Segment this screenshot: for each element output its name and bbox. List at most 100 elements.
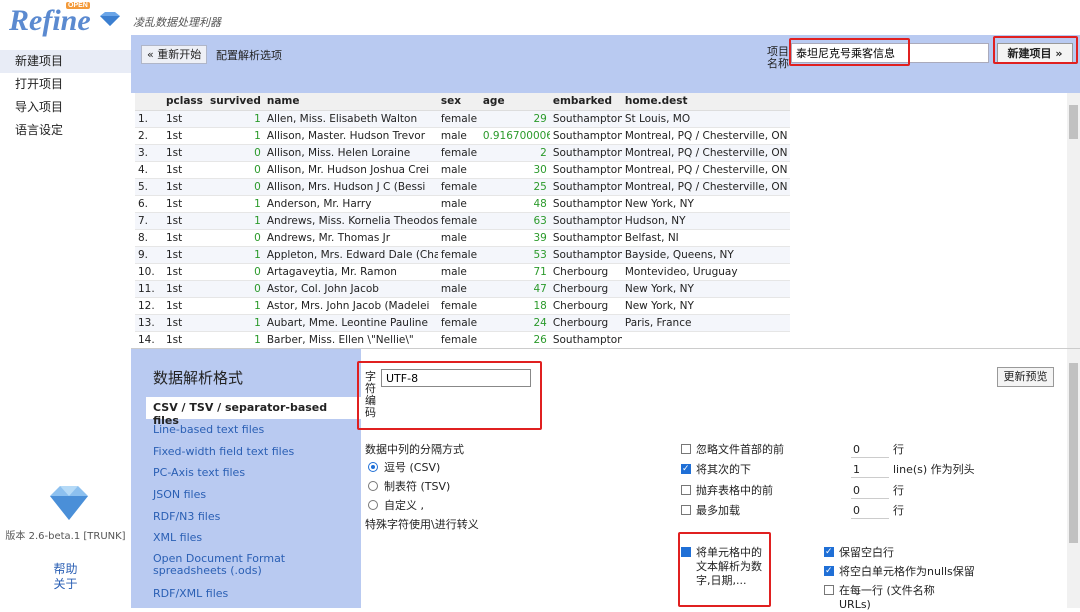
table-cell: Allen, Miss. Elisabeth Walton [263,110,438,128]
keep-blank-checkbox[interactable] [824,545,834,559]
blank-null-checkbox[interactable] [824,564,834,578]
per-row-option[interactable]: 在每一行 (文件名称 URLs) [824,584,944,612]
sep-tsv-option[interactable]: 制表符 (TSV) [368,480,450,494]
nav-language[interactable]: 语言设定 [0,119,131,142]
table-cell: Southampton [549,144,622,162]
table-cell: 1st [163,110,207,128]
table-cell: 1. [135,110,163,128]
column-header[interactable]: home.dest [621,93,790,111]
table-cell: 18 [479,297,550,315]
keep-blank-option[interactable]: 保留空白行 [824,545,894,560]
sep-csv-option[interactable]: 逗号 (CSV) [368,461,440,475]
column-header[interactable] [135,93,163,111]
table-cell: 0 [207,263,264,281]
table-cell: 71 [479,263,550,281]
table-cell: 48 [479,195,550,213]
logo-open-badge: OPEN [66,2,90,9]
column-header[interactable]: survived [207,93,264,111]
about-link[interactable]: 关于 [0,577,131,592]
table-cell: 30 [479,161,550,179]
table-cell: Barber, Miss. Ellen \"Nellie\" [263,331,438,348]
ignore-count[interactable]: 0 [851,443,889,458]
ignore-checkbox[interactable] [681,444,691,454]
format-rdf-xml[interactable]: RDF/XML files [153,587,228,600]
restart-button[interactable]: « 重新开始 [141,45,208,64]
column-header[interactable]: age [479,93,550,111]
table-cell: male [437,280,480,298]
table-cell: 4. [135,161,163,179]
table-cell: 1 [207,110,264,128]
table-cell: 1 [207,212,264,230]
column-header[interactable]: name [263,93,438,111]
table-cell: Paris, France [621,314,790,332]
table-cell: New York, NY [621,280,790,298]
table-cell: Allison, Master. Hudson Trevor [263,127,438,145]
table-cell: Cherbourg [549,314,622,332]
format-csv[interactable]: CSV / TSV / separator-based files [146,397,361,427]
column-header[interactable]: pclass [163,93,207,111]
per-row-checkbox[interactable] [824,585,834,595]
column-header[interactable]: embarked [549,93,622,111]
table-cell: male [437,195,480,213]
discard-option[interactable]: 抛弃表格中的前 [681,484,773,498]
table-cell: Montreal, PQ / Chesterville, ON [621,127,790,145]
table-cell: 0 [207,280,264,298]
openrefine-logo[interactable]: Refine [9,4,91,38]
format-line-based[interactable]: Line-based text files [153,423,264,436]
table-cell: Southampton [549,246,622,264]
blank-null-option[interactable]: 将空白单元格作为nulls保留 [824,564,975,579]
table-cell: female [437,246,480,264]
max-load-checkbox[interactable] [681,505,691,515]
table-row: 3. 1st 0 Allison, Miss. Helen Loraine female… [135,144,790,162]
format-rdf-n3[interactable]: RDF/N3 files [153,510,220,523]
parse-next-option[interactable]: 将其次的下 [681,462,751,477]
options-scrollbar[interactable] [1067,349,1080,608]
highlight-parse-cells [678,532,771,607]
radio-custom[interactable] [368,500,378,510]
table-row: 7. 1st 1 Andrews, Miss. Kornelia Theodos fem… [135,212,790,230]
table-cell: 14. [135,331,163,348]
preview-grid: pclass survived name sex age embarked home.des… [131,93,1080,348]
grid-scrollbar[interactable] [1067,93,1080,348]
table-cell [621,331,790,348]
discard-checkbox[interactable] [681,485,691,495]
help-link[interactable]: 帮助 [0,562,131,577]
max-load-option[interactable]: 最多加载 [681,504,740,518]
format-fixed-width[interactable]: Fixed-width field text files [153,445,294,458]
table-cell: 39 [479,229,550,247]
nav-open-project[interactable]: 打开项目 [0,73,131,96]
header-lines-count[interactable]: 1 [851,463,889,478]
table-cell: Hudson, NY [621,212,790,230]
radio-csv[interactable] [368,462,378,472]
format-json[interactable]: JSON files [153,488,206,501]
custom-sep-value[interactable]: , [421,499,425,512]
parse-options-panel: 数据解析格式 CSV / TSV / separator-based files… [131,348,1080,611]
format-pc-axis[interactable]: PC-Axis text files [153,466,245,479]
table-cell: Southampton [549,195,622,213]
format-title: 数据解析格式 [153,369,244,387]
table-cell: 12. [135,297,163,315]
table-cell: St Louis, MO [621,110,790,128]
parse-next-checkbox[interactable] [681,462,691,476]
table-cell: Cherbourg [549,297,622,315]
nav-new-project[interactable]: 新建项目 [0,50,131,73]
format-xml[interactable]: XML files [153,531,202,544]
max-load-count[interactable]: 0 [851,504,889,519]
ignore-first-option[interactable]: 忽略文件首部的前 [681,443,784,457]
sep-custom-option[interactable]: 自定义 , [368,499,424,513]
table-cell: Appleton, Mrs. Edward Dale (Cha [263,246,438,264]
nav-import-project[interactable]: 导入项目 [0,96,131,119]
table-cell: 25 [479,178,550,196]
table-cell: female [437,331,480,348]
format-ods[interactable]: Open Document Format spreadsheets (.ods) [153,553,313,577]
table-cell: New York, NY [621,297,790,315]
table-cell: 26 [479,331,550,348]
table-cell: 1 [207,314,264,332]
radio-tsv[interactable] [368,481,378,491]
discard-count[interactable]: 0 [851,484,889,499]
table-cell: Southampton [549,110,622,128]
update-preview-button[interactable]: 更新预览 [997,367,1054,387]
ignore-unit: 行 [893,443,904,456]
column-header[interactable]: sex [437,93,480,111]
table-cell: 1 [207,127,264,145]
